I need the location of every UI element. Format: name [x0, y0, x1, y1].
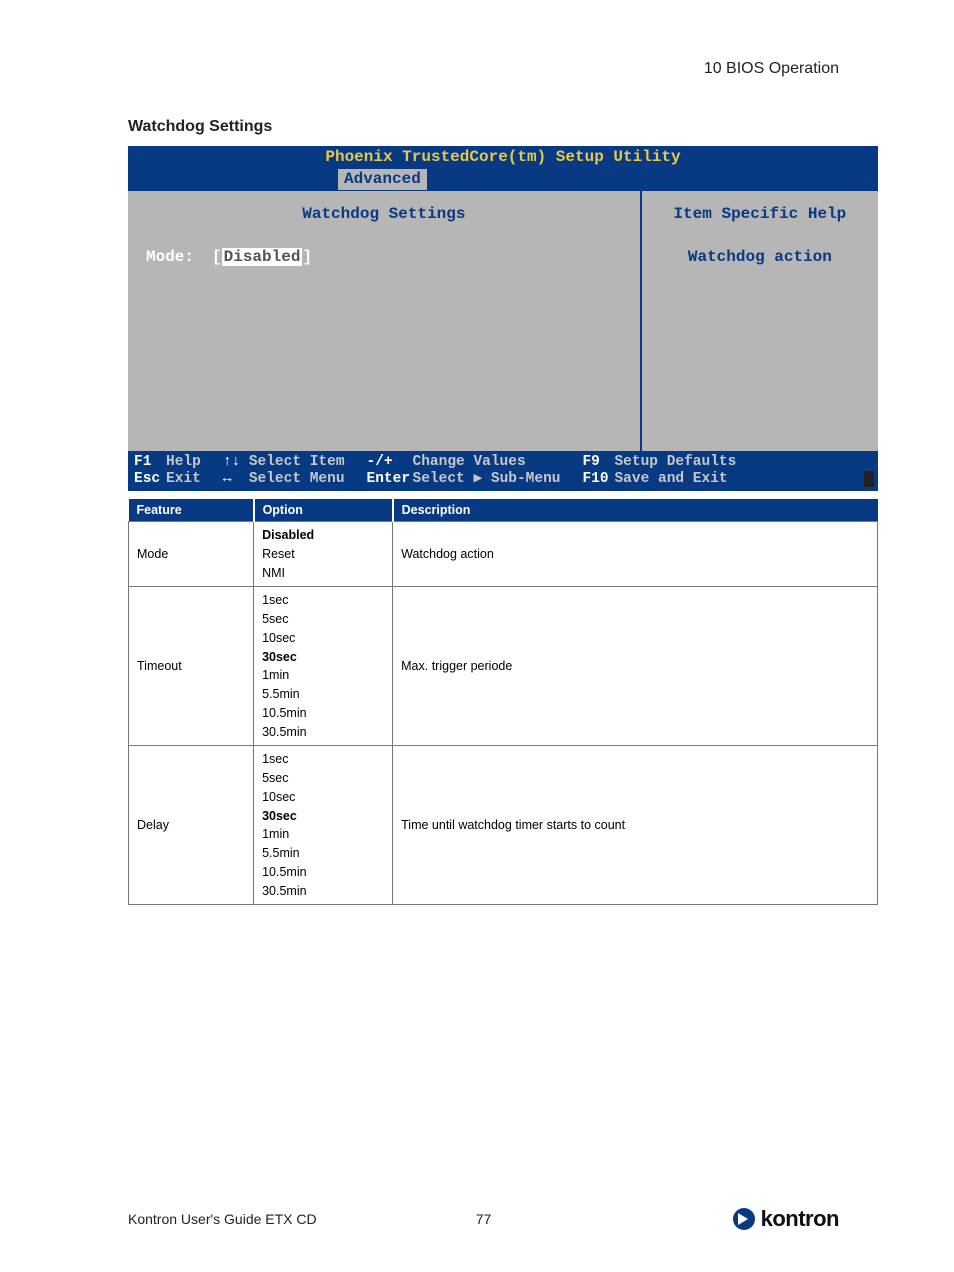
bios-mode-value: [Disabled] [212, 248, 312, 267]
brand-logo-text: kontron [761, 1206, 839, 1232]
cell-description: Time until watchdog timer starts to coun… [393, 746, 878, 905]
bios-screenshot: Phoenix TrustedCore(tm) Setup Utility Ad… [128, 146, 878, 491]
cell-option: 1sec5sec10sec30sec1min5.5min10.5min30.5m… [254, 746, 393, 905]
bios-help-title: Item Specific Help [652, 205, 868, 224]
bios-help-text: Watchdog action [652, 248, 868, 267]
th-feature: Feature [129, 499, 254, 522]
cell-option: 1sec5sec10sec30sec1min5.5min10.5min30.5m… [254, 587, 393, 746]
brand-logo: kontron [733, 1206, 839, 1232]
cell-description: Watchdog action [393, 522, 878, 587]
th-option: Option [254, 499, 393, 522]
cell-option: DisabledResetNMI [254, 522, 393, 587]
bios-mode-label: Mode: [146, 248, 194, 267]
section-title: Watchdog Settings [128, 118, 839, 136]
feature-table: Feature Option Description ModeDisabledR… [128, 499, 878, 905]
bios-tab-advanced: Advanced [338, 169, 427, 190]
cell-feature: Mode [129, 522, 254, 587]
bios-tab-row: Advanced [128, 169, 878, 191]
table-row: Delay1sec5sec10sec30sec1min5.5min10.5min… [129, 746, 878, 905]
footer-guide: Kontron User's Guide ETX CD [128, 1211, 317, 1227]
bios-header: Phoenix TrustedCore(tm) Setup Utility [128, 146, 878, 169]
bios-footer: F1Help EscExit ↑↓Select Item ↔Select Men… [128, 451, 878, 491]
bios-left-title: Watchdog Settings [146, 205, 622, 224]
th-description: Description [393, 499, 878, 522]
page-footer: Kontron User's Guide ETX CD 77 kontron [128, 1206, 839, 1232]
cursor-icon [864, 471, 874, 487]
table-row: ModeDisabledResetNMIWatchdog action [129, 522, 878, 587]
footer-page-number: 77 [476, 1211, 492, 1227]
bios-right-pane: Item Specific Help Watchdog action [642, 191, 878, 471]
table-header-row: Feature Option Description [129, 499, 878, 522]
table-row: Timeout1sec5sec10sec30sec1min5.5min10.5m… [129, 587, 878, 746]
cell-description: Max. trigger periode [393, 587, 878, 746]
cell-feature: Delay [129, 746, 254, 905]
chapter-heading: 10 BIOS Operation [128, 60, 839, 78]
bios-left-pane: Watchdog Settings Mode: [Disabled] [128, 191, 642, 471]
cell-feature: Timeout [129, 587, 254, 746]
brand-logo-icon [733, 1208, 755, 1230]
